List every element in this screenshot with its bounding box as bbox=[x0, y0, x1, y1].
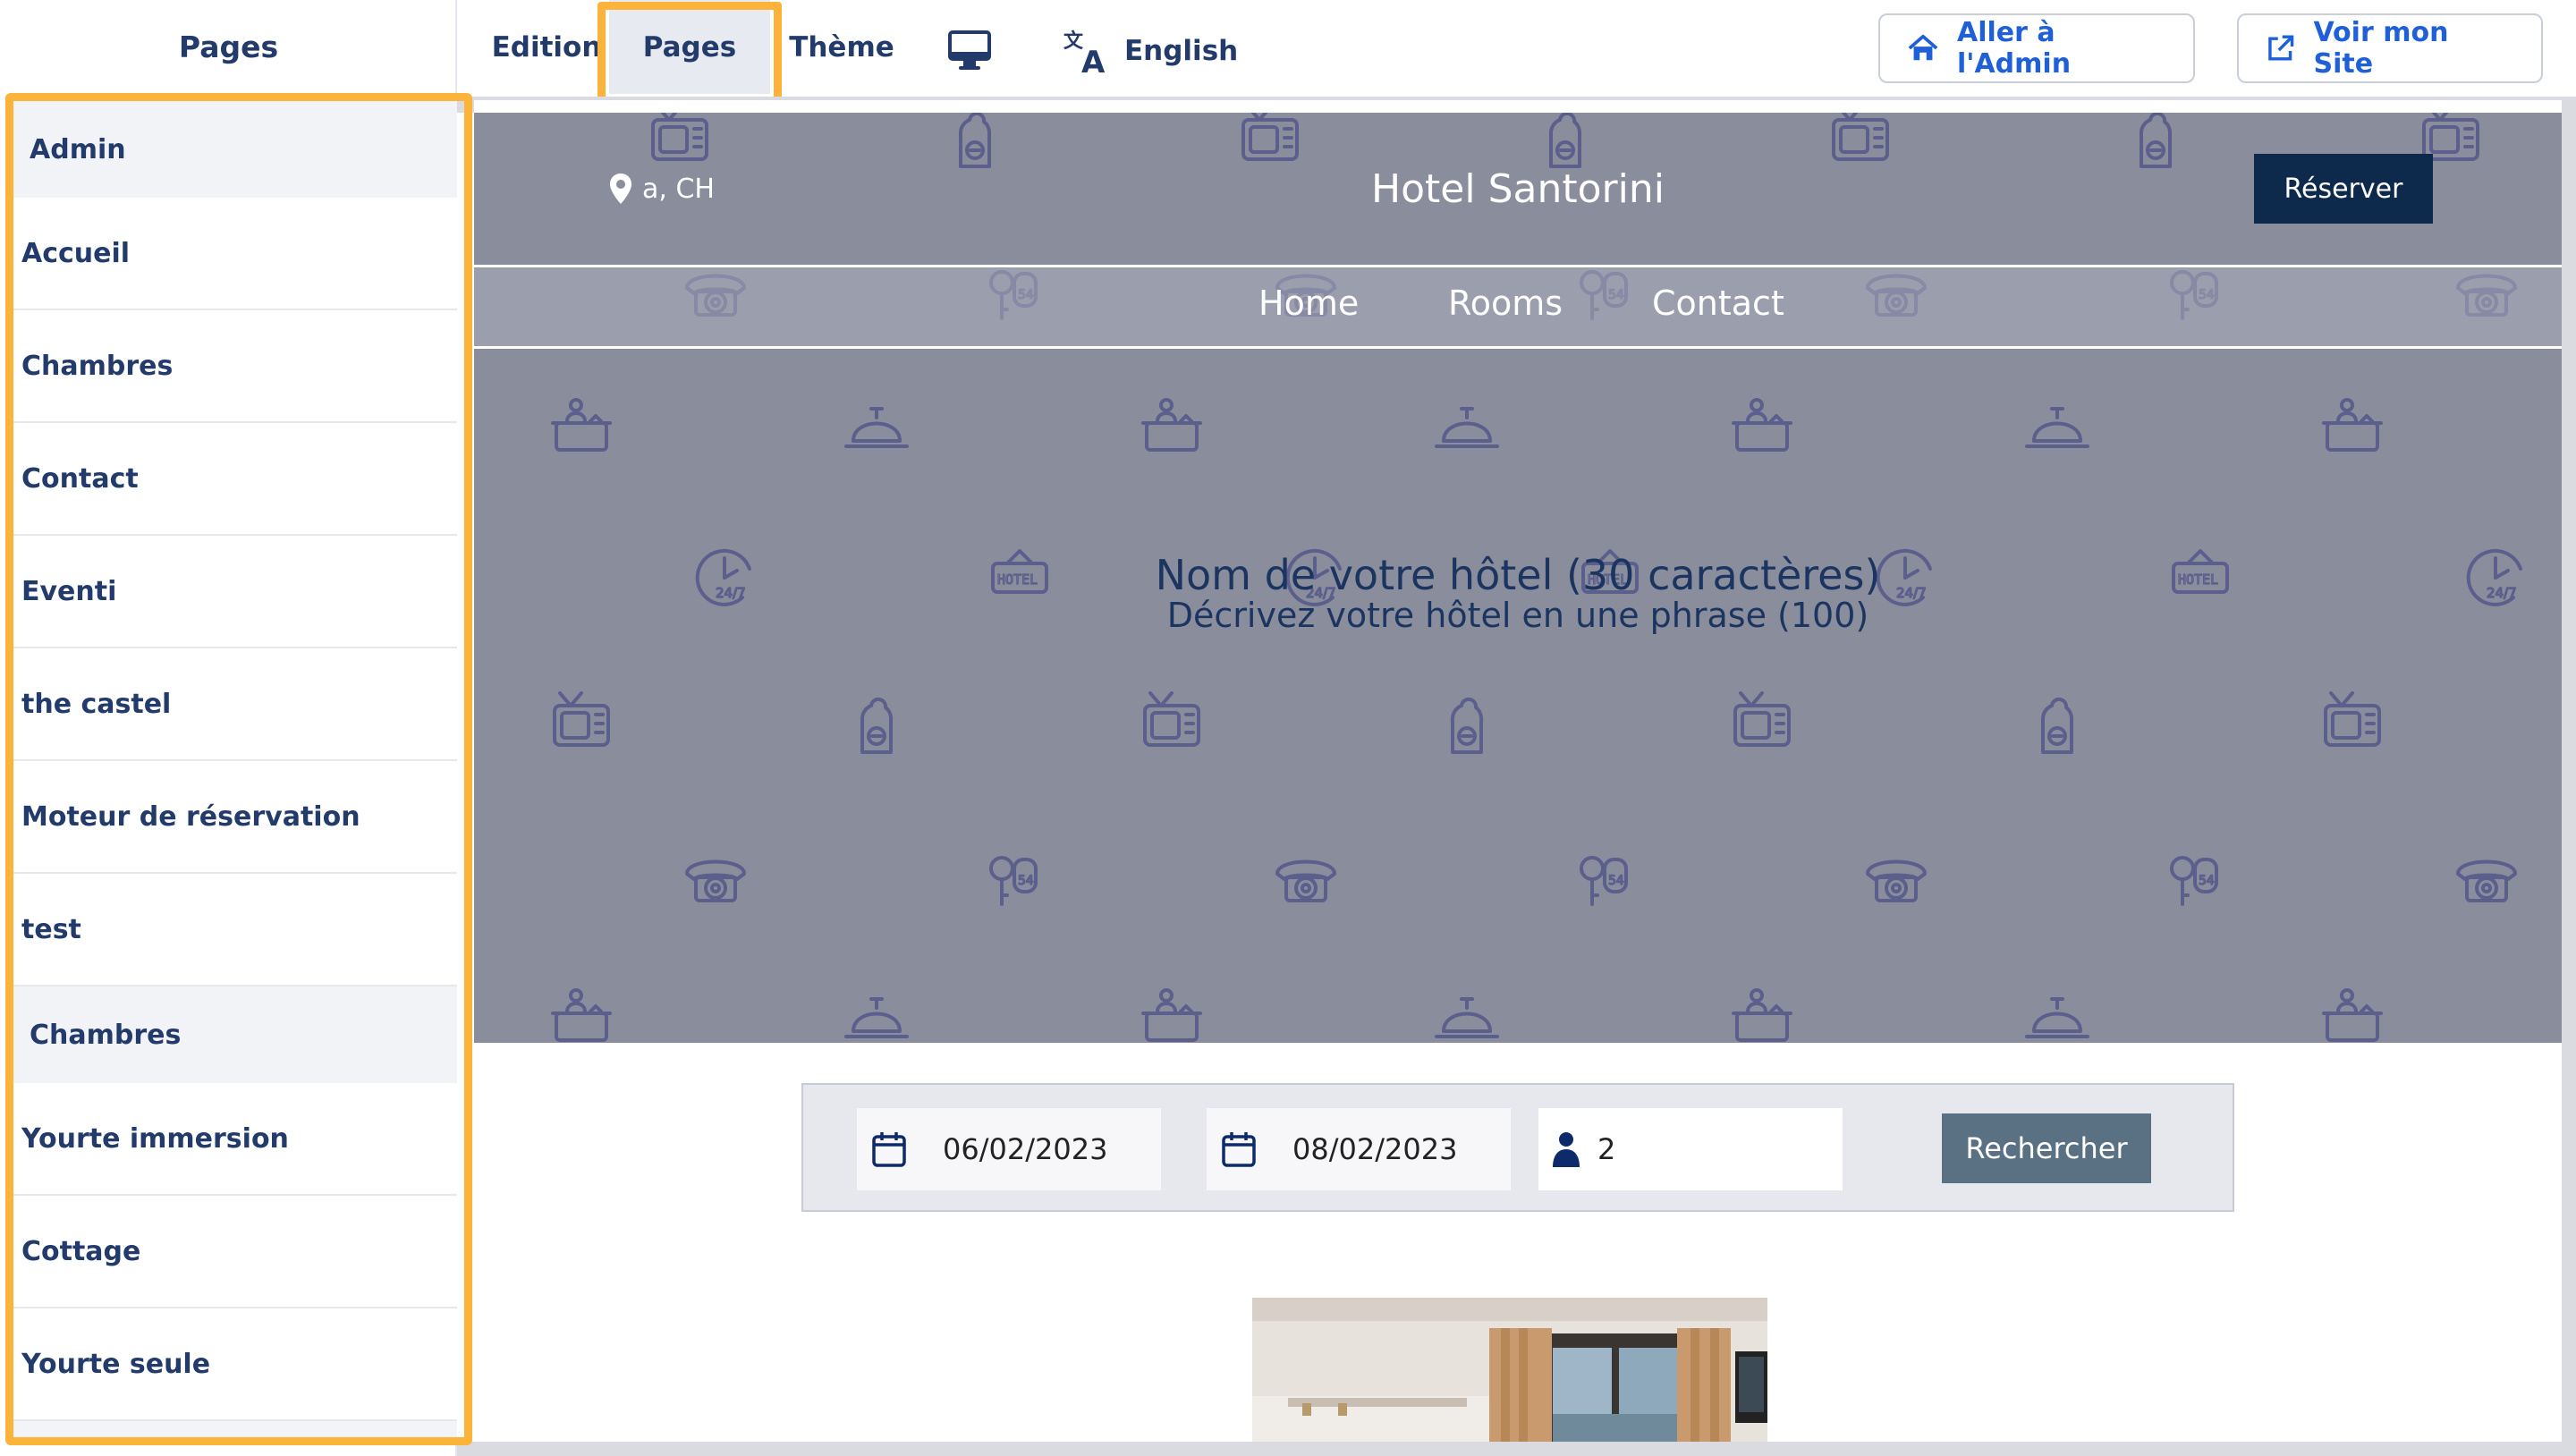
pattern-bell-icon bbox=[844, 407, 909, 448]
pattern-phone-icon bbox=[1275, 859, 1336, 902]
hero-section[interactable]: 5454545424/7HOTEL24/7HOTEL24/7HOTEL24/7H… bbox=[474, 113, 2562, 1043]
home-icon bbox=[1908, 34, 1938, 61]
page-item-yourte-seule[interactable]: Yourte seule bbox=[13, 1308, 457, 1421]
pattern-desk-icon bbox=[2322, 988, 2383, 1042]
preview-frame-bottom bbox=[457, 1442, 2576, 1456]
pattern-desk-icon bbox=[551, 988, 612, 1042]
page-item-test[interactable]: test bbox=[13, 874, 457, 986]
booking-search-bar: 06/02/2023 08/02/2023 2 Rechercher bbox=[801, 1083, 2234, 1212]
nav-link-rooms[interactable]: Rooms bbox=[1448, 284, 1563, 323]
pattern-hanger-icon bbox=[1450, 697, 1484, 754]
pattern-desk-icon bbox=[551, 398, 612, 452]
calendar-icon bbox=[1222, 1132, 1256, 1167]
pattern-tv-icon bbox=[1733, 691, 1791, 747]
room-photo bbox=[1252, 1298, 1767, 1442]
guests-field[interactable]: 2 bbox=[1538, 1108, 1843, 1190]
go-to-admin-button[interactable]: Aller à l'Admin bbox=[1878, 13, 2195, 83]
pattern-desk-icon bbox=[1732, 398, 1792, 452]
translate-icon: 文 A bbox=[1063, 30, 1106, 76]
pattern-desk-icon bbox=[1141, 398, 1202, 452]
checkout-date-field[interactable]: 08/02/2023 bbox=[1207, 1108, 1511, 1190]
page-item-moteur-reservation[interactable]: Moteur de réservation bbox=[13, 761, 457, 874]
section-header-admin: Admin bbox=[13, 101, 457, 198]
checkin-date-value: 06/02/2023 bbox=[943, 1132, 1108, 1166]
hotel-name: Hotel Santorini bbox=[1371, 166, 1665, 212]
pattern-tv-icon bbox=[1143, 691, 1200, 747]
svg-text:54: 54 bbox=[2199, 874, 2215, 888]
sidebar-title: Pages bbox=[178, 30, 279, 64]
pattern-hanger-icon bbox=[2139, 113, 2173, 168]
page-item-the-castel[interactable]: the castel bbox=[13, 648, 457, 761]
pattern-phone-icon bbox=[685, 859, 746, 902]
view-site-button[interactable]: Voir mon Site bbox=[2237, 13, 2543, 83]
nav-link-home[interactable]: Home bbox=[1258, 284, 1359, 323]
search-button[interactable]: Rechercher bbox=[1942, 1113, 2151, 1183]
pattern-desk-icon bbox=[1732, 988, 1792, 1042]
site-navigation: Home Rooms Contact bbox=[474, 265, 2562, 349]
page-item-accueil[interactable]: Accueil bbox=[13, 198, 457, 310]
external-link-icon bbox=[2268, 35, 2294, 61]
pages-list: Admin Accueil Chambres Contact Eventi th… bbox=[13, 101, 457, 1443]
tab-pages[interactable]: Pages bbox=[609, 0, 770, 94]
pattern-hanger-icon bbox=[860, 697, 894, 754]
calendar-icon bbox=[872, 1132, 906, 1167]
page-item-cottage[interactable]: Cottage bbox=[13, 1196, 457, 1308]
reserve-button[interactable]: Réserver bbox=[2254, 154, 2433, 224]
tab-edition[interactable]: Edition bbox=[484, 0, 609, 94]
pattern-hanger-icon bbox=[2040, 697, 2074, 754]
language-selector[interactable]: 文 A English bbox=[1062, 20, 1238, 82]
page-item-chambres[interactable]: Chambres bbox=[13, 310, 457, 423]
page-item-eventi[interactable]: Eventi bbox=[13, 536, 457, 648]
pattern-bell-icon bbox=[1435, 407, 1499, 448]
editor-toolbar: Edition Pages Thème 文 A English Aller à … bbox=[457, 0, 2576, 113]
page-item-contact[interactable]: Contact bbox=[13, 423, 457, 536]
pattern-tv-icon bbox=[2422, 113, 2479, 161]
pattern-tv-icon bbox=[1832, 113, 1889, 161]
pages-sidebar: Pages Admin Accueil Chambres Contact Eve… bbox=[0, 0, 472, 1456]
preview-frame-right bbox=[2562, 97, 2576, 1456]
section-header-chambres: Chambres bbox=[13, 986, 457, 1083]
pattern-hanger-icon bbox=[1548, 113, 1582, 168]
svg-text:A: A bbox=[1081, 45, 1106, 76]
pattern-bell-icon bbox=[844, 997, 909, 1038]
checkin-date-field[interactable]: 06/02/2023 bbox=[857, 1108, 1161, 1190]
pattern-tv-icon bbox=[553, 691, 610, 747]
pattern-tv-icon bbox=[2324, 691, 2381, 747]
desktop-monitor-icon bbox=[948, 30, 991, 70]
pattern-desk-icon bbox=[1141, 988, 1202, 1042]
pattern-tv-icon bbox=[1241, 113, 1299, 161]
checkout-date-value: 08/02/2023 bbox=[1292, 1132, 1458, 1166]
pattern-bell-icon bbox=[1435, 997, 1499, 1038]
pattern-keys-icon: 54 bbox=[989, 856, 1038, 906]
tab-theme[interactable]: Thème bbox=[770, 0, 913, 94]
language-label: English bbox=[1124, 35, 1239, 67]
pattern-hanger-icon bbox=[958, 113, 992, 168]
svg-text:54: 54 bbox=[1608, 874, 1624, 888]
site-preview: 5454545424/7HOTEL24/7HOTEL24/7HOTEL24/7H… bbox=[474, 100, 2562, 1442]
hero-subtitle[interactable]: Décrivez votre hôtel en une phrase (100) bbox=[474, 596, 2562, 635]
pattern-tv-icon bbox=[651, 113, 708, 161]
desktop-preview-button[interactable] bbox=[945, 25, 995, 75]
pattern-bell-icon bbox=[2025, 997, 2089, 1038]
pattern-phone-icon bbox=[1866, 859, 1927, 902]
page-item-yourte-immersion[interactable]: Yourte immersion bbox=[13, 1083, 457, 1196]
view-site-label: Voir mon Site bbox=[2313, 17, 2449, 80]
guests-value: 2 bbox=[1597, 1132, 1616, 1166]
pattern-bell-icon bbox=[2025, 407, 2089, 448]
pattern-desk-icon bbox=[2322, 398, 2383, 452]
pattern-keys-icon: 54 bbox=[2170, 856, 2218, 906]
go-to-admin-label: Aller à l'Admin bbox=[1956, 17, 2072, 80]
pattern-keys-icon: 54 bbox=[1580, 856, 1628, 906]
svg-text:54: 54 bbox=[1018, 874, 1034, 888]
hero-title[interactable]: Nom de votre hôtel (30 caractères) bbox=[474, 551, 2562, 599]
nav-link-contact[interactable]: Contact bbox=[1652, 284, 1784, 323]
pattern-phone-icon bbox=[2456, 859, 2517, 902]
person-icon bbox=[1553, 1132, 1580, 1167]
